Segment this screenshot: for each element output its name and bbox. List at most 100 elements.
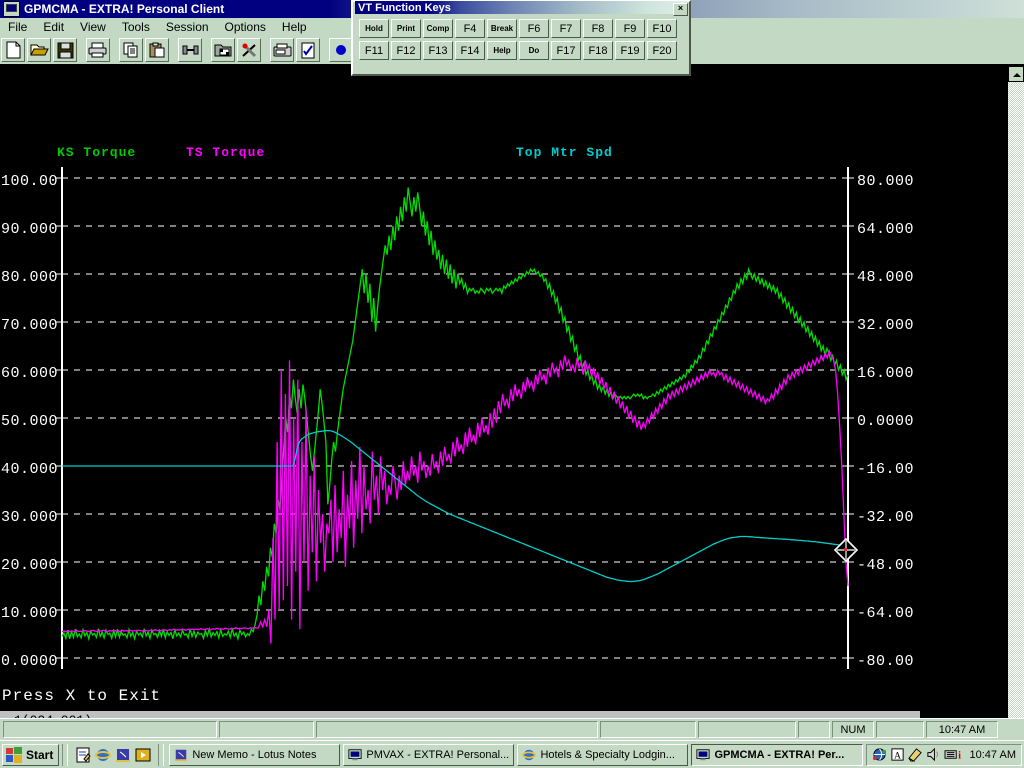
copy-icon[interactable] <box>119 38 143 62</box>
taskbar-item-label: New Memo - Lotus Notes <box>192 748 317 761</box>
terminal-screen: KS Torque TS Torque Top Mtr Spd 100.00 9… <box>0 66 1008 718</box>
new-icon[interactable] <box>1 38 25 62</box>
terminal-icon <box>348 748 362 760</box>
vt-key-f12[interactable]: F12 <box>391 41 421 60</box>
edit-pad-icon[interactable] <box>296 38 320 62</box>
vt-key-f4[interactable]: F4 <box>455 19 485 38</box>
volume-speaker-icon[interactable] <box>926 747 941 762</box>
taskbar: Start New Memo - Lotus Notes PMVAX - EXT… <box>0 740 1024 768</box>
connect-icon[interactable] <box>178 38 202 62</box>
menu-help[interactable]: Help <box>274 19 315 35</box>
vt-key-f14[interactable]: F14 <box>455 41 485 60</box>
window-title: GPMCMA - EXTRA! Personal Client <box>24 2 225 16</box>
taskbar-separator <box>62 743 69 766</box>
taskbar-task-list: New Memo - Lotus Notes PMVAX - EXTRA! Pe… <box>169 743 863 766</box>
trend-chart <box>56 167 854 669</box>
vt-key-f19[interactable]: F19 <box>615 41 645 60</box>
windows-logo-icon <box>6 746 22 763</box>
scroll-up-button[interactable] <box>1008 66 1024 82</box>
vt-key-f18[interactable]: F18 <box>583 41 613 60</box>
internet-explorer-icon[interactable] <box>95 747 112 763</box>
lotus-notes-icon[interactable] <box>115 747 131 763</box>
status-pane-1 <box>3 721 217 738</box>
vt-key-row-2: F11 F12 F13 F14 Help Do F17 F18 F19 F20 <box>356 41 686 60</box>
taskbar-item-gpmcma[interactable]: GPMCMA - EXTRA! Per... <box>691 743 863 766</box>
chart-legend: KS Torque TS Torque Top Mtr Spd <box>0 145 1008 161</box>
taskbar-item-label: PMVAX - EXTRA! Personal... <box>366 748 510 761</box>
menu-edit[interactable]: Edit <box>35 19 72 35</box>
menu-options[interactable]: Options <box>217 19 274 35</box>
print-icon[interactable] <box>86 38 110 62</box>
terminal-icon <box>3 1 20 17</box>
keyboard-input-icon[interactable]: i <box>944 747 961 762</box>
taskbar-clock: 10:47 AM <box>969 748 1016 761</box>
vt-key-print[interactable]: Print <box>391 19 421 38</box>
tools-hammer-icon[interactable] <box>237 38 261 62</box>
vt-key-do[interactable]: Do <box>519 41 549 60</box>
exit-prompt: Press X to Exit <box>2 687 162 705</box>
vt-key-f10[interactable]: F10 <box>647 19 677 38</box>
close-icon[interactable]: × <box>673 3 688 16</box>
desktop: GPMCMA - EXTRA! Personal Client File Edi… <box>0 0 1024 768</box>
menu-view[interactable]: View <box>72 19 114 35</box>
vt-key-f17[interactable]: F17 <box>551 41 581 60</box>
vt-key-f11[interactable]: F11 <box>359 41 389 60</box>
lotus-notes-icon <box>175 749 188 761</box>
character-map-icon[interactable]: A <box>890 747 905 762</box>
menu-tools[interactable]: Tools <box>114 19 158 35</box>
vt-keys-body: Hold Print Comp F4 Break F6 F7 F8 F9 F10… <box>356 16 686 71</box>
fax-icon[interactable] <box>270 38 294 62</box>
start-button[interactable]: Start <box>2 743 60 766</box>
status-num-indicator: NUM <box>832 721 874 738</box>
terminal-scrollbar[interactable] <box>1008 66 1024 718</box>
start-label: Start <box>26 747 54 762</box>
app-statusbar: NUM 10:47 AM <box>0 718 1024 740</box>
vt-key-comp[interactable]: Comp <box>423 19 453 38</box>
network-globe-icon[interactable] <box>872 747 887 762</box>
record-dot-icon[interactable] <box>329 38 353 62</box>
taskbar-item-pmvax[interactable]: PMVAX - EXTRA! Personal... <box>343 743 515 766</box>
internet-explorer-icon <box>522 749 537 760</box>
menu-session[interactable]: Session <box>158 19 217 35</box>
taskbar-item-label: GPMCMA - EXTRA! Per... <box>714 748 845 761</box>
vt-key-f13[interactable]: F13 <box>423 41 453 60</box>
vt-key-help[interactable]: Help <box>487 41 517 60</box>
legend-ts-torque: TS Torque <box>186 145 266 160</box>
scrollbar-track[interactable] <box>1008 66 1024 718</box>
status-pane-4 <box>600 721 696 738</box>
capture-icon[interactable] <box>211 38 235 62</box>
vt-function-keys-window[interactable]: VT Function Keys × Hold Print Comp F4 Br… <box>351 0 691 76</box>
chevron-up-icon <box>1013 73 1021 77</box>
move-crosshair-cursor <box>833 537 859 563</box>
status-pane-6 <box>798 721 830 738</box>
svg-text:A: A <box>894 751 901 761</box>
vt-key-row-1: Hold Print Comp F4 Break F6 F7 F8 F9 F10 <box>356 19 686 38</box>
terminal-status-line: 1(024,001) <box>0 711 920 718</box>
vt-key-f7[interactable]: F7 <box>551 19 581 38</box>
svg-text:i: i <box>958 750 961 761</box>
vt-key-f6[interactable]: F6 <box>519 19 549 38</box>
vt-key-hold[interactable]: Hold <box>359 19 389 38</box>
taskbar-item-hotels[interactable]: Hotels & Specialty Lodgin... <box>517 743 689 766</box>
vt-key-break[interactable]: Break <box>487 19 517 38</box>
system-tray: A i 10:47 AM <box>865 743 1022 766</box>
legend-ks-torque: KS Torque <box>57 145 137 160</box>
save-disk-icon[interactable] <box>53 38 77 62</box>
pencil-note-icon[interactable] <box>907 747 923 762</box>
vt-key-f20[interactable]: F20 <box>647 41 677 60</box>
vt-key-f9[interactable]: F9 <box>615 19 645 38</box>
status-pane-2 <box>219 721 314 738</box>
status-pane-5 <box>698 721 796 738</box>
vt-window-title: VT Function Keys <box>358 1 451 14</box>
paste-icon[interactable] <box>145 38 169 62</box>
media-player-icon[interactable] <box>135 747 151 763</box>
notepad-icon[interactable] <box>75 747 92 763</box>
vt-key-f8[interactable]: F8 <box>583 19 613 38</box>
taskbar-item-label: Hotels & Specialty Lodgin... <box>540 748 675 761</box>
legend-top-mtr-spd: Top Mtr Spd <box>516 145 613 160</box>
menu-file[interactable]: File <box>0 19 35 35</box>
chart-plot-area: 100.00 90.000 80.000 70.000 60.000 50.00… <box>0 161 1008 686</box>
taskbar-item-lotus-notes[interactable]: New Memo - Lotus Notes <box>169 743 341 766</box>
open-folder-icon[interactable] <box>27 38 51 62</box>
status-clock: 10:47 AM <box>926 721 998 738</box>
